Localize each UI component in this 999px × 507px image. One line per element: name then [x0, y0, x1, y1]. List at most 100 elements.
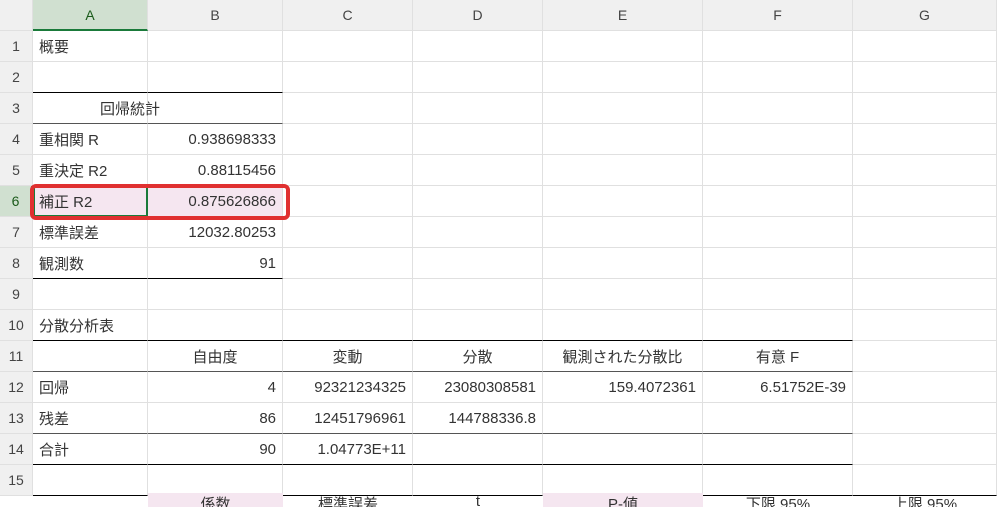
cell-F11[interactable]: 有意 F — [703, 341, 853, 372]
cell-C12[interactable]: 92321234325 — [283, 372, 413, 403]
cell-A14[interactable]: 合計 — [33, 434, 148, 465]
cell-D12[interactable]: 23080308581 — [413, 372, 543, 403]
row-header-3[interactable]: 3 — [0, 93, 33, 124]
cell-B2[interactable] — [148, 62, 283, 93]
cell-C15[interactable] — [283, 465, 413, 496]
col-header-D[interactable]: D — [413, 0, 543, 31]
col-header-B[interactable]: B — [148, 0, 283, 31]
cell-D5[interactable] — [413, 155, 543, 186]
cell-G14[interactable] — [853, 434, 997, 465]
cell-A10[interactable]: 分散分析表 — [33, 310, 148, 341]
cell-G3[interactable] — [853, 93, 997, 124]
cell-C6[interactable] — [283, 186, 413, 217]
cell-B15[interactable] — [148, 465, 283, 496]
cell-D2[interactable] — [413, 62, 543, 93]
cell-F15[interactable] — [703, 465, 853, 496]
cell-F5[interactable] — [703, 155, 853, 186]
cell-G2[interactable] — [853, 62, 997, 93]
cell-C3[interactable] — [283, 93, 413, 124]
cell-F3[interactable] — [703, 93, 853, 124]
cell-A8[interactable]: 観測数 — [33, 248, 148, 279]
cell-F1[interactable] — [703, 31, 853, 62]
cell-E2[interactable] — [543, 62, 703, 93]
cell-C2[interactable] — [283, 62, 413, 93]
cell-D9[interactable] — [413, 279, 543, 310]
row-header-4[interactable]: 4 — [0, 124, 33, 155]
cell-C4[interactable] — [283, 124, 413, 155]
cell-C9[interactable] — [283, 279, 413, 310]
cell-E7[interactable] — [543, 217, 703, 248]
cell-F2[interactable] — [703, 62, 853, 93]
col-header-E[interactable]: E — [543, 0, 703, 31]
cell-B9[interactable] — [148, 279, 283, 310]
spreadsheet-grid[interactable]: A B C D E F G 1 概要 2 3 回帰統計 4 重相関 R 0.93… — [0, 0, 999, 496]
row-header-13[interactable]: 13 — [0, 403, 33, 434]
cell-E8[interactable] — [543, 248, 703, 279]
cell-B3[interactable] — [148, 93, 283, 124]
cell-D13[interactable]: 144788336.8 — [413, 403, 543, 434]
cell-B13[interactable]: 86 — [148, 403, 283, 434]
cell-E6[interactable] — [543, 186, 703, 217]
cell-F8[interactable] — [703, 248, 853, 279]
col-header-C[interactable]: C — [283, 0, 413, 31]
cell-A1[interactable]: 概要 — [33, 31, 148, 62]
cell-A15[interactable] — [33, 465, 148, 496]
cell-G13[interactable] — [853, 403, 997, 434]
cell-F10[interactable] — [703, 310, 853, 341]
cell-G7[interactable] — [853, 217, 997, 248]
cell-C1[interactable] — [283, 31, 413, 62]
row-header-5[interactable]: 5 — [0, 155, 33, 186]
cell-B6[interactable]: 0.875626866 — [148, 186, 283, 217]
cell-F6[interactable] — [703, 186, 853, 217]
cell-E15[interactable] — [543, 465, 703, 496]
row-header-9[interactable]: 9 — [0, 279, 33, 310]
select-all-corner[interactable] — [0, 0, 33, 31]
col-header-A[interactable]: A — [33, 0, 148, 31]
cell-G1[interactable] — [853, 31, 997, 62]
cell-E5[interactable] — [543, 155, 703, 186]
cell-A6[interactable]: 補正 R2 — [33, 186, 148, 217]
cell-E12[interactable]: 159.4072361 — [543, 372, 703, 403]
cell-D4[interactable] — [413, 124, 543, 155]
cell-B10[interactable] — [148, 310, 283, 341]
row-header-2[interactable]: 2 — [0, 62, 33, 93]
cell-C11[interactable]: 変動 — [283, 341, 413, 372]
cell-C8[interactable] — [283, 248, 413, 279]
cell-A5[interactable]: 重決定 R2 — [33, 155, 148, 186]
cell-F7[interactable] — [703, 217, 853, 248]
cell-E1[interactable] — [543, 31, 703, 62]
cell-D11[interactable]: 分散 — [413, 341, 543, 372]
cell-D10[interactable] — [413, 310, 543, 341]
cell-D1[interactable] — [413, 31, 543, 62]
cell-F13[interactable] — [703, 403, 853, 434]
cell-E4[interactable] — [543, 124, 703, 155]
cell-G6[interactable] — [853, 186, 997, 217]
cell-E13[interactable] — [543, 403, 703, 434]
cell-G9[interactable] — [853, 279, 997, 310]
cell-C7[interactable] — [283, 217, 413, 248]
cell-E10[interactable] — [543, 310, 703, 341]
cell-A9[interactable] — [33, 279, 148, 310]
cell-B7[interactable]: 12032.80253 — [148, 217, 283, 248]
cell-A12[interactable]: 回帰 — [33, 372, 148, 403]
cell-D8[interactable] — [413, 248, 543, 279]
cell-D14[interactable] — [413, 434, 543, 465]
cell-C14[interactable]: 1.04773E+11 — [283, 434, 413, 465]
cell-B14[interactable]: 90 — [148, 434, 283, 465]
cell-B4[interactable]: 0.938698333 — [148, 124, 283, 155]
row-header-1[interactable]: 1 — [0, 31, 33, 62]
cell-A3[interactable]: 回帰統計 — [33, 93, 148, 124]
row-header-8[interactable]: 8 — [0, 248, 33, 279]
cell-G4[interactable] — [853, 124, 997, 155]
cell-A2[interactable] — [33, 62, 148, 93]
cell-A11[interactable] — [33, 341, 148, 372]
cell-B12[interactable]: 4 — [148, 372, 283, 403]
cell-D3[interactable] — [413, 93, 543, 124]
row-header-10[interactable]: 10 — [0, 310, 33, 341]
cell-A13[interactable]: 残差 — [33, 403, 148, 434]
cell-A7[interactable]: 標準誤差 — [33, 217, 148, 248]
cell-D7[interactable] — [413, 217, 543, 248]
cell-F4[interactable] — [703, 124, 853, 155]
cell-E3[interactable] — [543, 93, 703, 124]
cell-C13[interactable]: 12451796961 — [283, 403, 413, 434]
